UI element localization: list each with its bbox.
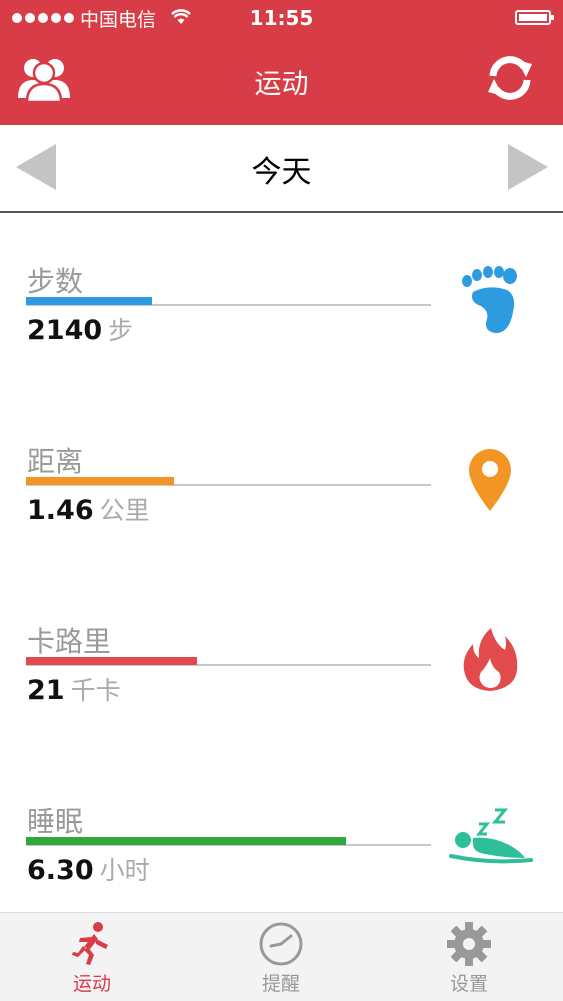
progress-bar <box>26 837 346 845</box>
app-header: 中国电信 11:55 运动 <box>0 0 563 125</box>
stat-unit: 小时 <box>99 856 150 885</box>
tab-label: 提醒 <box>261 973 300 995</box>
sleep-stat[interactable]: 睡眠 6.30 小时 <box>0 800 563 920</box>
location-pin-icon <box>469 449 511 511</box>
status-bar: 中国电信 11:55 <box>0 0 563 36</box>
stat-unit: 公里 <box>99 496 150 525</box>
stat-label: 睡眠 <box>27 805 84 838</box>
clock-icon <box>259 922 303 966</box>
status-time: 11:55 <box>249 6 314 30</box>
stat-label: 距离 <box>27 445 84 478</box>
calories-stat[interactable]: 卡路里 21 千卡 <box>0 620 563 740</box>
battery-icon <box>515 10 554 25</box>
date-label: 今天 <box>251 155 312 190</box>
gear-icon <box>447 922 491 966</box>
tab-label: 运动 <box>72 973 111 995</box>
next-day-button[interactable] <box>506 142 550 192</box>
stat-unit: 千卡 <box>70 676 121 705</box>
sync-icon[interactable] <box>484 54 536 102</box>
runner-icon <box>72 922 108 965</box>
progress-bar <box>26 657 197 665</box>
stat-value: 1.46 <box>27 495 94 526</box>
progress-bar <box>26 297 152 305</box>
tab-reminders[interactable]: 提醒 <box>221 913 341 1001</box>
sleep-icon <box>449 808 533 864</box>
stat-value: 6.30 <box>27 855 94 886</box>
tab-activity[interactable]: 运动 <box>32 913 152 1001</box>
stat-label: 卡路里 <box>27 625 112 658</box>
footprint-icon <box>462 266 517 334</box>
date-navigation: 今天 <box>0 125 563 213</box>
page-title: 运动 <box>254 69 309 100</box>
tab-bar: 运动 提醒 设置 <box>0 912 563 1001</box>
stat-value: 2140 <box>27 315 103 346</box>
stat-unit: 步 <box>108 316 134 345</box>
flame-icon <box>463 628 518 691</box>
stat-label: 步数 <box>27 265 84 298</box>
steps-stat[interactable]: 步数 2140 步 <box>0 260 563 380</box>
progress-bar <box>26 477 174 485</box>
distance-stat[interactable]: 距离 1.46 公里 <box>0 440 563 560</box>
tab-settings[interactable]: 设置 <box>409 913 529 1001</box>
tab-label: 设置 <box>449 973 488 995</box>
stat-value: 21 <box>27 675 65 706</box>
